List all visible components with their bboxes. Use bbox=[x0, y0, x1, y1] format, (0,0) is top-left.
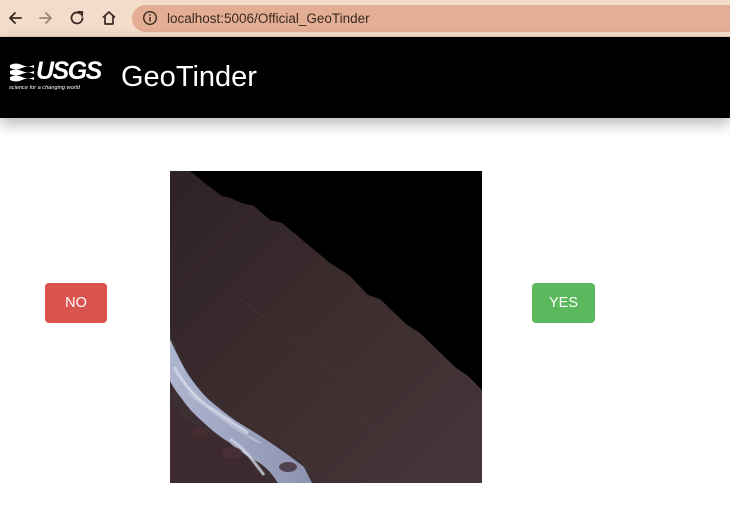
address-bar[interactable]: localhost:5006/Official_GeoTinder bbox=[132, 5, 730, 32]
no-button[interactable]: NO bbox=[45, 283, 107, 323]
url-text: localhost:5006/Official_GeoTinder bbox=[167, 11, 370, 26]
satellite-image bbox=[170, 171, 482, 483]
logo-text: USGS bbox=[36, 57, 102, 85]
reload-icon[interactable] bbox=[66, 7, 88, 29]
usgs-wave-icon bbox=[10, 63, 34, 82]
browser-toolbar: localhost:5006/Official_GeoTinder bbox=[0, 0, 730, 37]
back-arrow-icon[interactable] bbox=[4, 7, 26, 29]
home-icon[interactable] bbox=[98, 7, 120, 29]
info-icon[interactable] bbox=[142, 10, 158, 26]
forward-arrow-icon[interactable] bbox=[35, 7, 57, 29]
yes-button[interactable]: YES bbox=[532, 283, 595, 323]
logo-tagline: science for a changing world bbox=[9, 85, 80, 91]
usgs-logo[interactable]: USGS science for a changing world bbox=[9, 57, 102, 94]
page-title: GeoTinder bbox=[121, 61, 257, 93]
app-header: USGS science for a changing world GeoTin… bbox=[0, 37, 730, 118]
